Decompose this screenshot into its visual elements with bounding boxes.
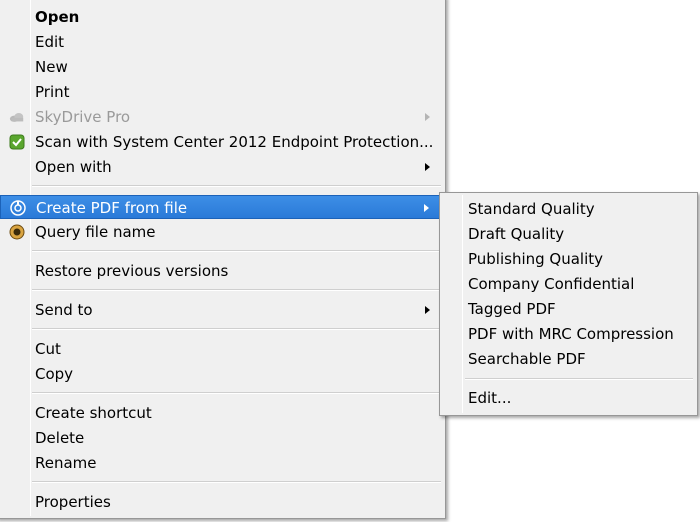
submenu-item-label: PDF with MRC Compression bbox=[468, 325, 674, 343]
submenu-item-label: Tagged PDF bbox=[468, 300, 556, 318]
menu-item-copy[interactable]: Copy bbox=[0, 362, 442, 386]
query-icon bbox=[9, 224, 25, 240]
submenu-item-edit[interactable]: Edit... bbox=[443, 386, 694, 410]
submenu-item-label: Publishing Quality bbox=[468, 250, 604, 268]
menu-item-label: Properties bbox=[35, 493, 111, 511]
menu-item-label: Copy bbox=[35, 365, 74, 383]
menu-item-label: Create shortcut bbox=[35, 404, 152, 422]
pdf-icon bbox=[10, 200, 26, 216]
menu-item-label: Restore previous versions bbox=[35, 262, 229, 280]
menu-item-scan-endpoint-protection[interactable]: Scan with System Center 2012 Endpoint Pr… bbox=[0, 130, 442, 154]
submenu-item-label: Draft Quality bbox=[468, 225, 565, 243]
submenu-item-label: Company Confidential bbox=[468, 275, 635, 293]
menu-item-new[interactable]: New bbox=[0, 55, 442, 79]
submenu-arrow-icon bbox=[425, 163, 430, 171]
menu-item-restore-previous-versions[interactable]: Restore previous versions bbox=[0, 259, 442, 283]
menu-separator bbox=[465, 378, 693, 380]
menu-separator bbox=[32, 185, 441, 187]
submenu-item-tagged-pdf[interactable]: Tagged PDF bbox=[443, 297, 694, 321]
submenu-item-label: Searchable PDF bbox=[468, 350, 586, 368]
shield-check-icon bbox=[9, 134, 25, 150]
menu-item-label: SkyDrive Pro bbox=[35, 108, 131, 126]
menu-item-properties[interactable]: Properties bbox=[0, 490, 442, 514]
menu-item-cut[interactable]: Cut bbox=[0, 337, 442, 361]
menu-item-label: Edit bbox=[35, 33, 65, 51]
menu-item-label: Delete bbox=[35, 429, 85, 447]
create-pdf-submenu: Standard Quality Draft Quality Publishin… bbox=[439, 192, 698, 416]
menu-item-label: Create PDF from file bbox=[36, 199, 188, 217]
menu-item-label: Print bbox=[35, 83, 70, 101]
menu-separator bbox=[32, 289, 441, 291]
menu-separator bbox=[32, 481, 441, 483]
context-menu: Open Edit New Print SkyDrive Pro Scan wi… bbox=[0, 0, 446, 519]
menu-item-label: Rename bbox=[35, 454, 97, 472]
menu-item-edit[interactable]: Edit bbox=[0, 30, 442, 54]
submenu-item-label: Edit... bbox=[468, 389, 512, 407]
menu-separator bbox=[32, 250, 441, 252]
submenu-item-publishing-quality[interactable]: Publishing Quality bbox=[443, 247, 694, 271]
menu-item-label: New bbox=[35, 58, 68, 76]
menu-item-send-to[interactable]: Send to bbox=[0, 298, 442, 322]
menu-item-label: Query file name bbox=[35, 223, 156, 241]
menu-item-delete[interactable]: Delete bbox=[0, 426, 442, 450]
menu-item-query-file-name[interactable]: Query file name bbox=[0, 220, 442, 244]
submenu-item-company-confidential[interactable]: Company Confidential bbox=[443, 272, 694, 296]
submenu-arrow-icon bbox=[424, 204, 429, 212]
submenu-item-draft-quality[interactable]: Draft Quality bbox=[443, 222, 694, 246]
menu-item-rename[interactable]: Rename bbox=[0, 451, 442, 475]
menu-item-label: Open with bbox=[35, 158, 112, 176]
menu-item-label: Cut bbox=[35, 340, 61, 358]
submenu-item-searchable-pdf[interactable]: Searchable PDF bbox=[443, 347, 694, 371]
menu-item-label: Scan with System Center 2012 Endpoint Pr… bbox=[35, 133, 434, 151]
menu-item-open[interactable]: Open bbox=[0, 5, 442, 29]
submenu-arrow-icon bbox=[425, 113, 430, 121]
submenu-item-standard-quality[interactable]: Standard Quality bbox=[443, 197, 694, 221]
cloud-icon bbox=[9, 109, 25, 125]
menu-separator bbox=[32, 392, 441, 394]
menu-item-skydrive-pro[interactable]: SkyDrive Pro bbox=[0, 105, 442, 129]
submenu-item-pdf-mrc-compression[interactable]: PDF with MRC Compression bbox=[443, 322, 694, 346]
menu-item-label: Send to bbox=[35, 301, 93, 319]
submenu-item-label: Standard Quality bbox=[468, 200, 595, 218]
submenu-arrow-icon bbox=[425, 306, 430, 314]
menu-item-create-pdf-from-file[interactable]: Create PDF from file bbox=[0, 195, 442, 219]
menu-item-create-shortcut[interactable]: Create shortcut bbox=[0, 401, 442, 425]
menu-item-label: Open bbox=[35, 8, 80, 26]
menu-separator bbox=[32, 328, 441, 330]
menu-item-print[interactable]: Print bbox=[0, 80, 442, 104]
menu-item-open-with[interactable]: Open with bbox=[0, 155, 442, 179]
